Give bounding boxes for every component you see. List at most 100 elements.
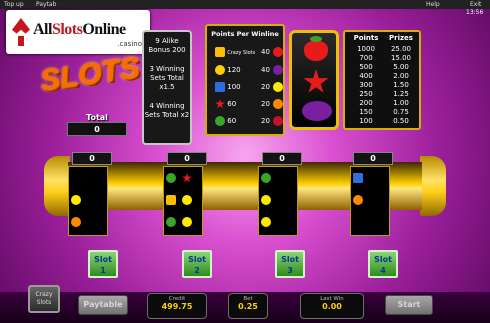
crazy-slots-icon bbox=[166, 195, 176, 205]
prize-points: 250 bbox=[359, 90, 373, 98]
ppw-lemon-points: 20 bbox=[261, 83, 270, 91]
slot-3-number: 3 bbox=[287, 266, 293, 275]
reel-1-count: 0 bbox=[72, 152, 112, 165]
exit-link[interactable]: Exit bbox=[470, 1, 481, 8]
slot-1-number: 1 bbox=[100, 266, 106, 275]
last-win-meter: Last Win 0.00 bbox=[300, 293, 364, 319]
prize-value: 25.00 bbox=[390, 45, 412, 53]
prize-points: 150 bbox=[359, 108, 373, 116]
ppw-seven-points: 100 bbox=[227, 83, 241, 91]
reel-4-count: 0 bbox=[353, 152, 393, 165]
featured-plum-icon bbox=[302, 101, 332, 121]
credit-meter: Credit 499.75 bbox=[147, 293, 207, 319]
ppw-cherry-points: 20 bbox=[261, 117, 270, 125]
ppw-crazy-slots-text: Crazy Slots bbox=[227, 50, 256, 56]
reel-4 bbox=[350, 166, 390, 236]
prize-points: 100 bbox=[359, 117, 373, 125]
seven-icon bbox=[353, 173, 363, 183]
help-link[interactable]: Help bbox=[426, 1, 440, 8]
paytable-link[interactable]: Paytab bbox=[36, 1, 56, 8]
slot-2-label: Slot bbox=[188, 255, 206, 264]
slot-4-label: Slot bbox=[374, 255, 392, 264]
allslotsonline-logo: AllSlotsOnline .casino bbox=[6, 10, 150, 54]
slot-4-number: 4 bbox=[380, 266, 386, 275]
logo-text-suffix: Online bbox=[82, 21, 126, 38]
logo-text-accent: Slots bbox=[51, 21, 83, 38]
prize-points: 300 bbox=[359, 81, 373, 89]
prize-row: 100 0.50 bbox=[345, 117, 419, 125]
prize-row: 500 5.00 bbox=[345, 63, 419, 71]
prize-points: 1000 bbox=[357, 45, 375, 53]
prize-value: 1.00 bbox=[393, 99, 409, 107]
ppw-orange-points: 20 bbox=[261, 100, 270, 108]
bonus-line-1: 9 Alike Bonus 200 bbox=[148, 37, 186, 54]
slot-2-number: 2 bbox=[194, 266, 200, 275]
logo-subtitle: .casino bbox=[117, 40, 142, 48]
orange-icon bbox=[71, 217, 81, 227]
logo-text: AllSlotsOnline bbox=[33, 21, 126, 39]
points-per-winline-panel: Points Per Winline Crazy Slots 40 120 40… bbox=[205, 24, 285, 136]
reel-frame-right-cap bbox=[420, 156, 446, 216]
prize-row: 300 1.50 bbox=[345, 81, 419, 89]
prize-value: 0.75 bbox=[393, 108, 409, 116]
bet-meter[interactable]: Bet 0.25 bbox=[228, 293, 268, 319]
top-bar: Top up Paytab Help Exit 13:56 bbox=[0, 0, 490, 16]
bonus-info-panel: 9 Alike Bonus 200 3 Winning Sets Total x… bbox=[142, 30, 192, 145]
total-label: Total bbox=[86, 113, 108, 122]
prize-value: 2.00 bbox=[393, 72, 409, 80]
plum-icon bbox=[273, 65, 283, 75]
strawberry-icon bbox=[273, 47, 283, 57]
paytable-button[interactable]: Paytable bbox=[78, 295, 128, 315]
bet-value: 0.25 bbox=[238, 302, 258, 311]
start-button[interactable]: Start bbox=[385, 295, 433, 315]
bell-icon bbox=[215, 65, 225, 75]
prize-row: 250 1.25 bbox=[345, 90, 419, 98]
reel-2-count: 0 bbox=[167, 152, 207, 165]
lemon-icon bbox=[273, 82, 283, 92]
bonus-line-3: 4 Winning Sets Total x2 bbox=[144, 102, 190, 119]
lemon-icon bbox=[182, 217, 192, 227]
ppw-melon-points: 60 bbox=[227, 117, 237, 125]
prize-value: 1.50 bbox=[393, 81, 409, 89]
total-value: 0 bbox=[67, 122, 127, 136]
last-win-value: 0.00 bbox=[322, 302, 342, 311]
prize-row: 1000 25.00 bbox=[345, 45, 419, 53]
prize-points: 200 bbox=[359, 99, 373, 107]
reel-3-count: 0 bbox=[262, 152, 302, 165]
slot-2-button[interactable]: Slot 2 bbox=[182, 250, 212, 278]
bonus-line-2: 3 Winning Sets Total x1.5 bbox=[149, 65, 185, 91]
credit-value: 499.75 bbox=[161, 302, 193, 311]
featured-symbols-panel bbox=[289, 30, 339, 130]
melon-icon bbox=[215, 116, 225, 126]
reel-frame-left-cap bbox=[44, 156, 70, 216]
slot-3-button[interactable]: Slot 3 bbox=[275, 250, 305, 278]
lemon-icon bbox=[71, 195, 81, 205]
slot-1-label: Slot bbox=[94, 255, 112, 264]
featured-star-icon bbox=[303, 69, 329, 93]
prize-points: 700 bbox=[359, 54, 373, 62]
slot-3-label: Slot bbox=[281, 255, 299, 264]
melon-icon bbox=[261, 173, 271, 183]
game-logo-slots: SLOTS bbox=[38, 51, 142, 98]
orange-icon bbox=[353, 195, 363, 205]
slot-4-button[interactable]: Slot 4 bbox=[368, 250, 398, 278]
ppw-star-points: 60 bbox=[227, 100, 237, 108]
star-icon bbox=[182, 173, 192, 183]
prize-header-prizes: Prizes bbox=[389, 34, 413, 42]
prize-row: 200 1.00 bbox=[345, 99, 419, 107]
featured-strawberry-icon bbox=[304, 36, 328, 61]
prize-header-points: Points bbox=[353, 34, 379, 42]
reel-2 bbox=[163, 166, 203, 236]
prize-points: 500 bbox=[359, 63, 373, 71]
prize-table: Points Prizes 1000 25.00 700 15.00 500 5.00… bbox=[343, 30, 421, 130]
lemon-icon bbox=[261, 217, 271, 227]
prize-value: 0.50 bbox=[393, 117, 409, 125]
reel-3 bbox=[258, 166, 298, 236]
crazy-slots-button[interactable]: Crazy Slots bbox=[28, 285, 60, 313]
reel-1 bbox=[68, 166, 108, 236]
star-icon bbox=[215, 99, 225, 109]
slot-1-button[interactable]: Slot 1 bbox=[88, 250, 118, 278]
clock: 13:56 bbox=[466, 9, 484, 16]
top-up-link[interactable]: Top up bbox=[4, 1, 24, 8]
prize-row: 150 0.75 bbox=[345, 108, 419, 116]
